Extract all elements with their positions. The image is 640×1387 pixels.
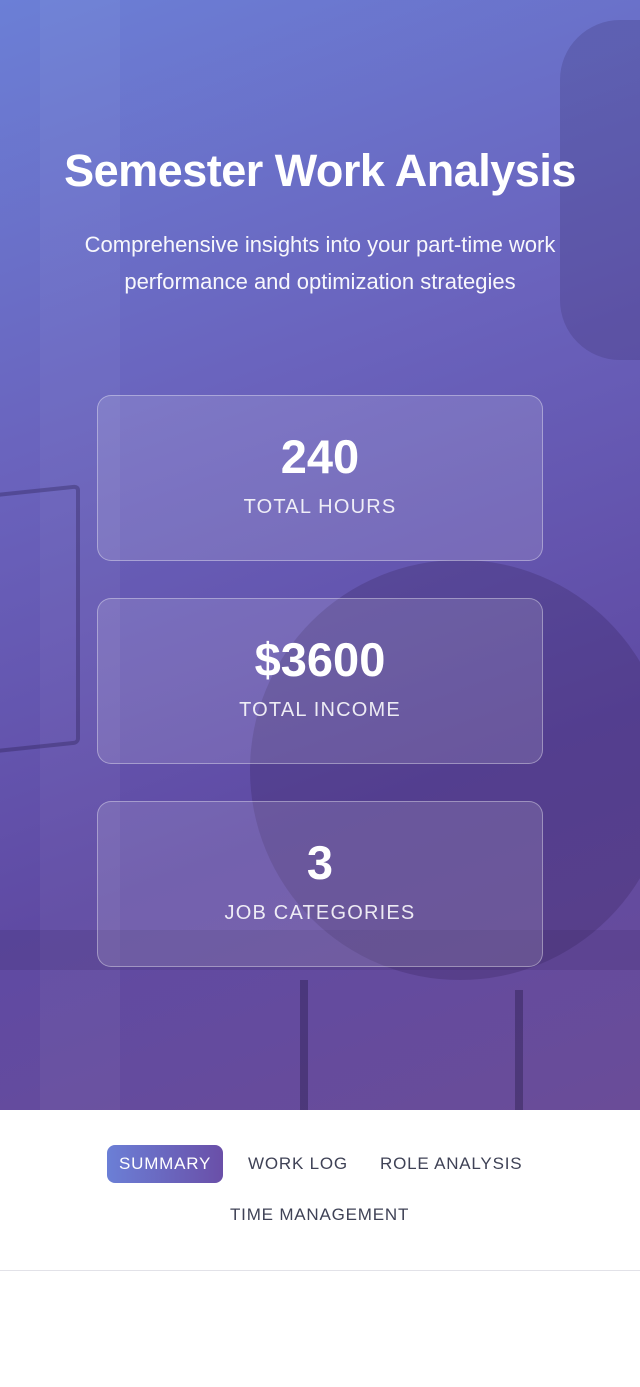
- stat-label: TOTAL HOURS: [243, 496, 397, 518]
- hero-section: Semester Work Analysis Comprehensive ins…: [0, 0, 640, 1110]
- tab-navigation: SUMMARY WORK LOG ROLE ANALYSIS TIME MANA…: [0, 1110, 640, 1271]
- stat-value: $3600: [254, 633, 386, 686]
- tab-work-log[interactable]: WORK LOG: [236, 1145, 360, 1183]
- stat-value: 240: [280, 430, 360, 483]
- background-laptop: [0, 484, 80, 756]
- stat-label: TOTAL INCOME: [239, 699, 401, 721]
- page-subtitle: Comprehensive insights into your part-ti…: [84, 232, 556, 294]
- background-table-leg: [515, 990, 523, 1110]
- stat-label: JOB CATEGORIES: [224, 902, 416, 924]
- tab-role-analysis[interactable]: ROLE ANALYSIS: [368, 1145, 534, 1183]
- tab-summary[interactable]: SUMMARY: [107, 1145, 224, 1183]
- page-title: Semester Work Analysis: [64, 145, 576, 196]
- tab-time-management[interactable]: TIME MANAGEMENT: [218, 1196, 421, 1234]
- stat-card-total-hours: 240 TOTAL HOURS: [97, 395, 543, 561]
- background-table-leg: [300, 980, 308, 1110]
- stat-value: 3: [306, 836, 334, 889]
- stat-card-job-categories: 3 JOB CATEGORIES: [97, 801, 543, 967]
- stat-card-total-income: $3600 TOTAL INCOME: [97, 598, 543, 764]
